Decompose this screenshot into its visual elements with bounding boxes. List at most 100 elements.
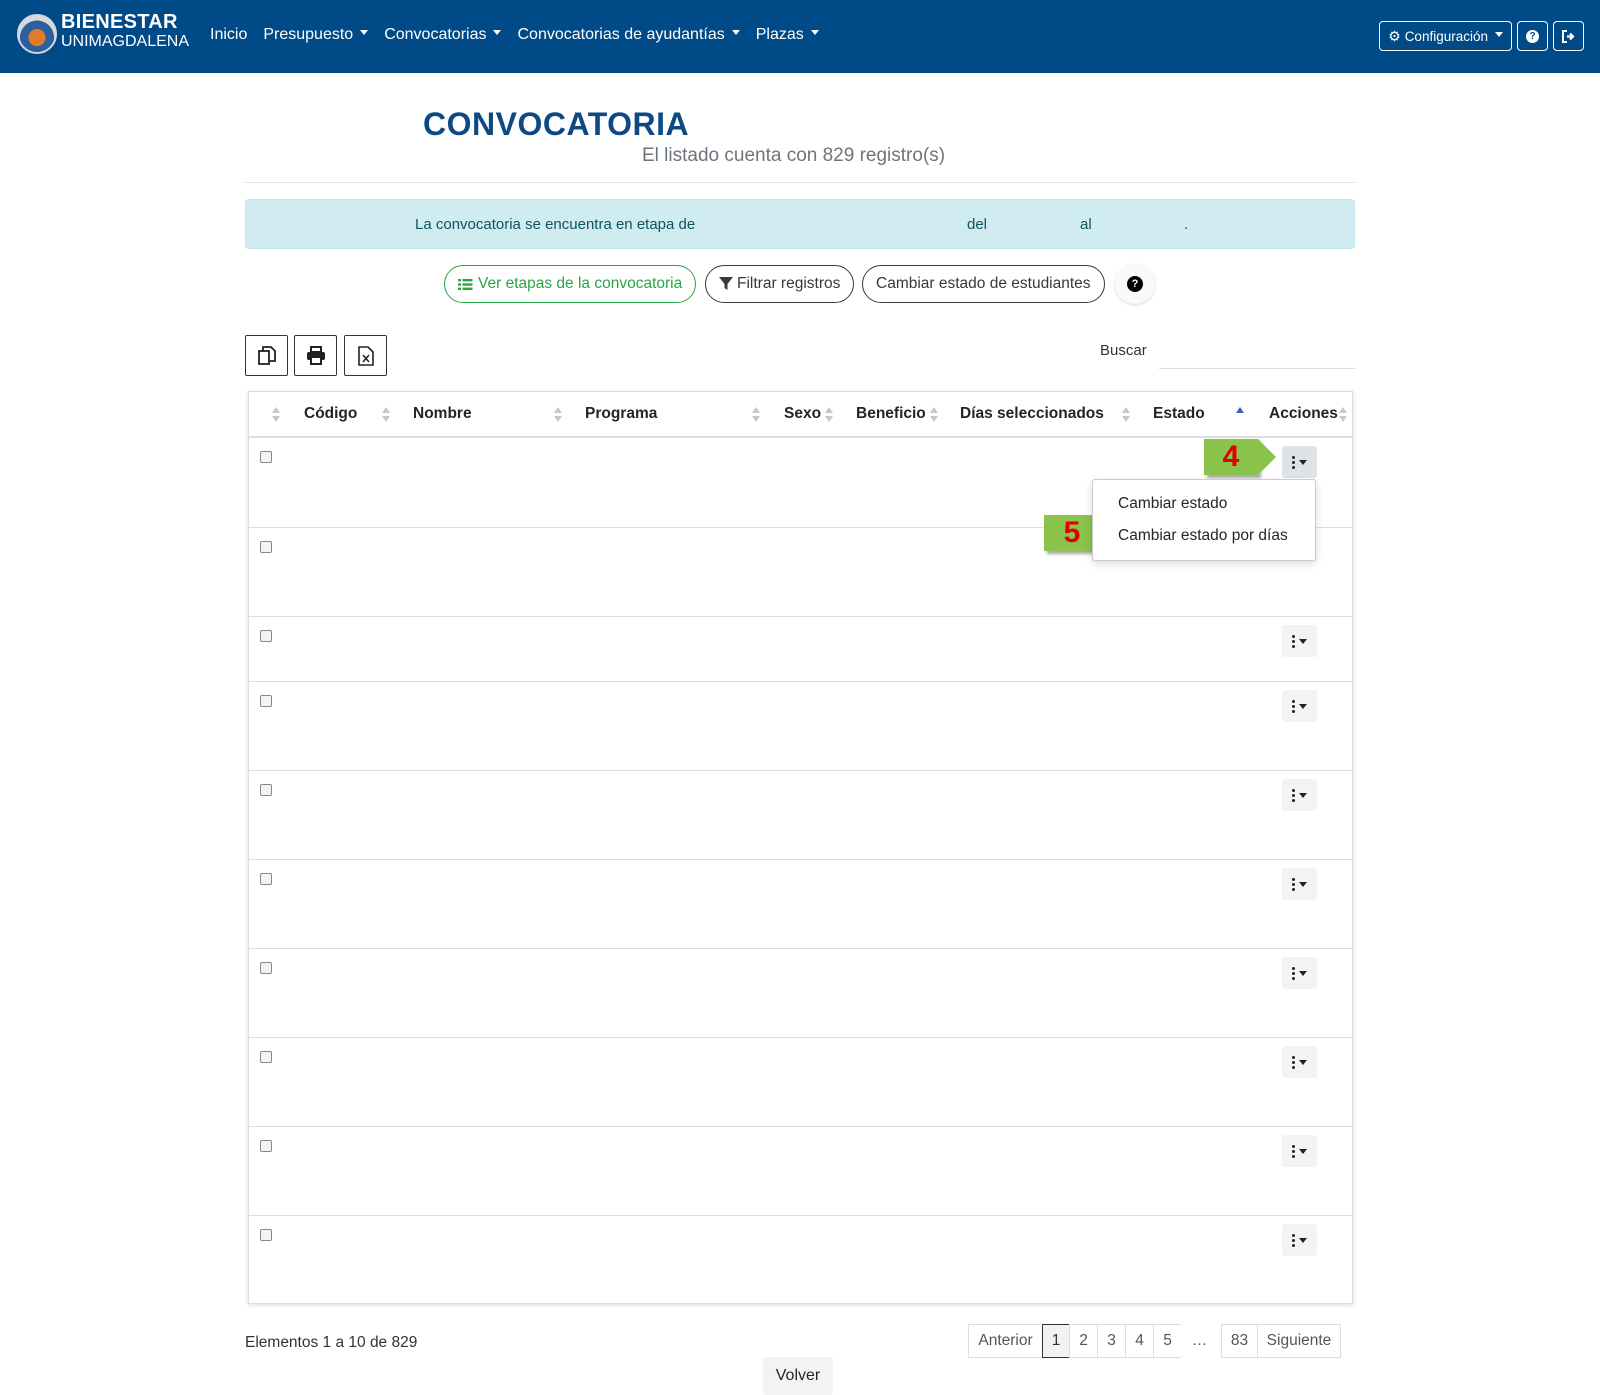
nav-convocatorias-ayudantias[interactable]: Convocatorias de ayudantías xyxy=(517,26,740,44)
pagination: Anterior 1 2 3 4 5 … 83 Siguiente xyxy=(968,1324,1341,1358)
brand[interactable]: BIENESTAR UNIMAGDALENA xyxy=(61,12,189,52)
row-actions-button[interactable] xyxy=(1282,957,1317,989)
university-logo-icon[interactable] xyxy=(17,14,57,54)
row-checkbox[interactable] xyxy=(260,695,272,707)
sort-nombre-icon[interactable] xyxy=(554,407,562,423)
table-row xyxy=(249,859,1352,948)
logout-button[interactable] xyxy=(1553,21,1584,51)
ellipsis-vertical-icon xyxy=(1292,788,1295,802)
sort-codigo-icon[interactable] xyxy=(382,407,390,423)
chevron-down-icon xyxy=(1299,1059,1307,1065)
menu-item-change-state[interactable]: Cambiar estado xyxy=(1118,495,1227,513)
dot xyxy=(1292,1055,1295,1059)
help-button[interactable]: ? xyxy=(1517,21,1548,51)
page-button-5[interactable]: 5 xyxy=(1153,1324,1182,1358)
page-next-button[interactable]: Siguiente xyxy=(1257,1324,1341,1358)
col-estado[interactable]: Estado xyxy=(1153,405,1205,423)
chevron-down-icon xyxy=(1299,1237,1307,1243)
col-acciones[interactable]: Acciones xyxy=(1269,405,1338,423)
export-excel-button[interactable] xyxy=(344,335,387,376)
search-label: Buscar xyxy=(1100,342,1147,359)
row-actions-button[interactable] xyxy=(1282,446,1317,478)
sort-estado-asc-icon[interactable] xyxy=(1236,407,1244,423)
records-count-subtitle: El listado cuenta con 829 registro(s) xyxy=(642,145,946,166)
list-icon xyxy=(458,278,473,290)
copy-button[interactable] xyxy=(245,335,288,376)
nav-plazas[interactable]: Plazas xyxy=(756,26,819,44)
page-button-2[interactable]: 2 xyxy=(1069,1324,1098,1358)
col-beneficio[interactable]: Beneficio xyxy=(856,405,926,423)
brand-title: BIENESTAR xyxy=(61,11,178,33)
row-actions-button[interactable] xyxy=(1282,868,1317,900)
sort-sexo-icon[interactable] xyxy=(825,407,833,423)
page-button-last[interactable]: 83 xyxy=(1221,1324,1258,1358)
dot xyxy=(1292,877,1295,881)
dot xyxy=(1292,709,1295,713)
page-button-1[interactable]: 1 xyxy=(1042,1324,1070,1358)
table-row xyxy=(249,770,1352,859)
sort-dias-icon[interactable] xyxy=(1122,407,1130,423)
dot xyxy=(1292,465,1295,469)
row-actions-button[interactable] xyxy=(1282,625,1317,657)
view-stages-button[interactable]: Ver etapas de la convocatoria xyxy=(444,265,697,303)
page-prev-button[interactable]: Anterior xyxy=(968,1324,1043,1358)
ellipsis-vertical-icon xyxy=(1292,877,1295,891)
page-help-button[interactable]: ? xyxy=(1115,264,1155,304)
ellipsis-vertical-icon xyxy=(1292,455,1295,469)
sort-programa-icon[interactable] xyxy=(752,407,760,423)
row-checkbox[interactable] xyxy=(260,1051,272,1063)
dot xyxy=(1292,1149,1295,1153)
row-actions-button[interactable] xyxy=(1282,1046,1317,1078)
nav-plazas-label: Plazas xyxy=(755,26,804,43)
gear-icon: ⚙ xyxy=(1388,27,1401,44)
row-checkbox[interactable] xyxy=(260,541,272,553)
sort-acciones-icon[interactable] xyxy=(1339,407,1347,423)
filter-records-button[interactable]: Filtrar registros xyxy=(705,265,855,303)
col-programa[interactable]: Programa xyxy=(585,405,657,423)
question-circle-icon: ? xyxy=(1127,276,1143,292)
dot xyxy=(1292,793,1295,797)
nav-presupuesto-label: Presupuesto xyxy=(263,26,354,43)
chevron-down-icon xyxy=(1299,459,1307,465)
col-nombre[interactable]: Nombre xyxy=(413,405,472,423)
page-ellipsis: … xyxy=(1181,1324,1218,1358)
row-actions-button[interactable] xyxy=(1282,779,1317,811)
row-checkbox[interactable] xyxy=(260,784,272,796)
pagination-info: Elementos 1 a 10 de 829 xyxy=(245,1334,418,1351)
row-checkbox[interactable] xyxy=(260,962,272,974)
col-codigo[interactable]: Código xyxy=(304,405,357,423)
chevron-down-icon xyxy=(1495,31,1503,37)
divider xyxy=(245,182,1355,183)
col-dias-seleccionados[interactable]: Días seleccionados xyxy=(960,405,1104,423)
ellipsis-vertical-icon xyxy=(1292,634,1295,648)
nav-right-controls: ⚙ Configuración ? xyxy=(1379,21,1584,51)
sort-beneficio-icon[interactable] xyxy=(930,407,938,423)
dot xyxy=(1292,644,1295,648)
menu-item-change-state-by-days[interactable]: Cambiar estado por días xyxy=(1118,527,1288,545)
col-sexo[interactable]: Sexo xyxy=(784,405,821,423)
back-button[interactable]: Volver xyxy=(763,1357,833,1395)
page-button-3[interactable]: 3 xyxy=(1097,1324,1126,1358)
chevron-down-icon xyxy=(1299,970,1307,976)
page-button-4[interactable]: 4 xyxy=(1125,1324,1154,1358)
search-input[interactable] xyxy=(1159,333,1355,369)
row-checkbox[interactable] xyxy=(260,451,272,463)
sort-select-column-icon[interactable] xyxy=(272,407,280,423)
config-button[interactable]: ⚙ Configuración xyxy=(1379,21,1512,51)
file-excel-icon xyxy=(357,345,374,366)
chevron-down-icon xyxy=(1299,1148,1307,1154)
nav-presupuesto[interactable]: Presupuesto xyxy=(263,26,369,44)
row-checkbox[interactable] xyxy=(260,1140,272,1152)
row-actions-button[interactable] xyxy=(1282,1224,1317,1256)
print-button[interactable] xyxy=(294,335,337,376)
change-students-state-button[interactable]: Cambiar estado de estudiantes xyxy=(862,265,1105,303)
dot xyxy=(1292,1065,1295,1069)
row-actions-button[interactable] xyxy=(1282,1135,1317,1167)
question-circle-icon: ? xyxy=(1526,29,1539,43)
row-checkbox[interactable] xyxy=(260,873,272,885)
row-actions-button[interactable] xyxy=(1282,690,1317,722)
row-checkbox[interactable] xyxy=(260,630,272,642)
nav-convocatorias[interactable]: Convocatorias xyxy=(384,26,502,44)
row-checkbox[interactable] xyxy=(260,1229,272,1241)
nav-inicio[interactable]: Inicio xyxy=(210,26,247,44)
